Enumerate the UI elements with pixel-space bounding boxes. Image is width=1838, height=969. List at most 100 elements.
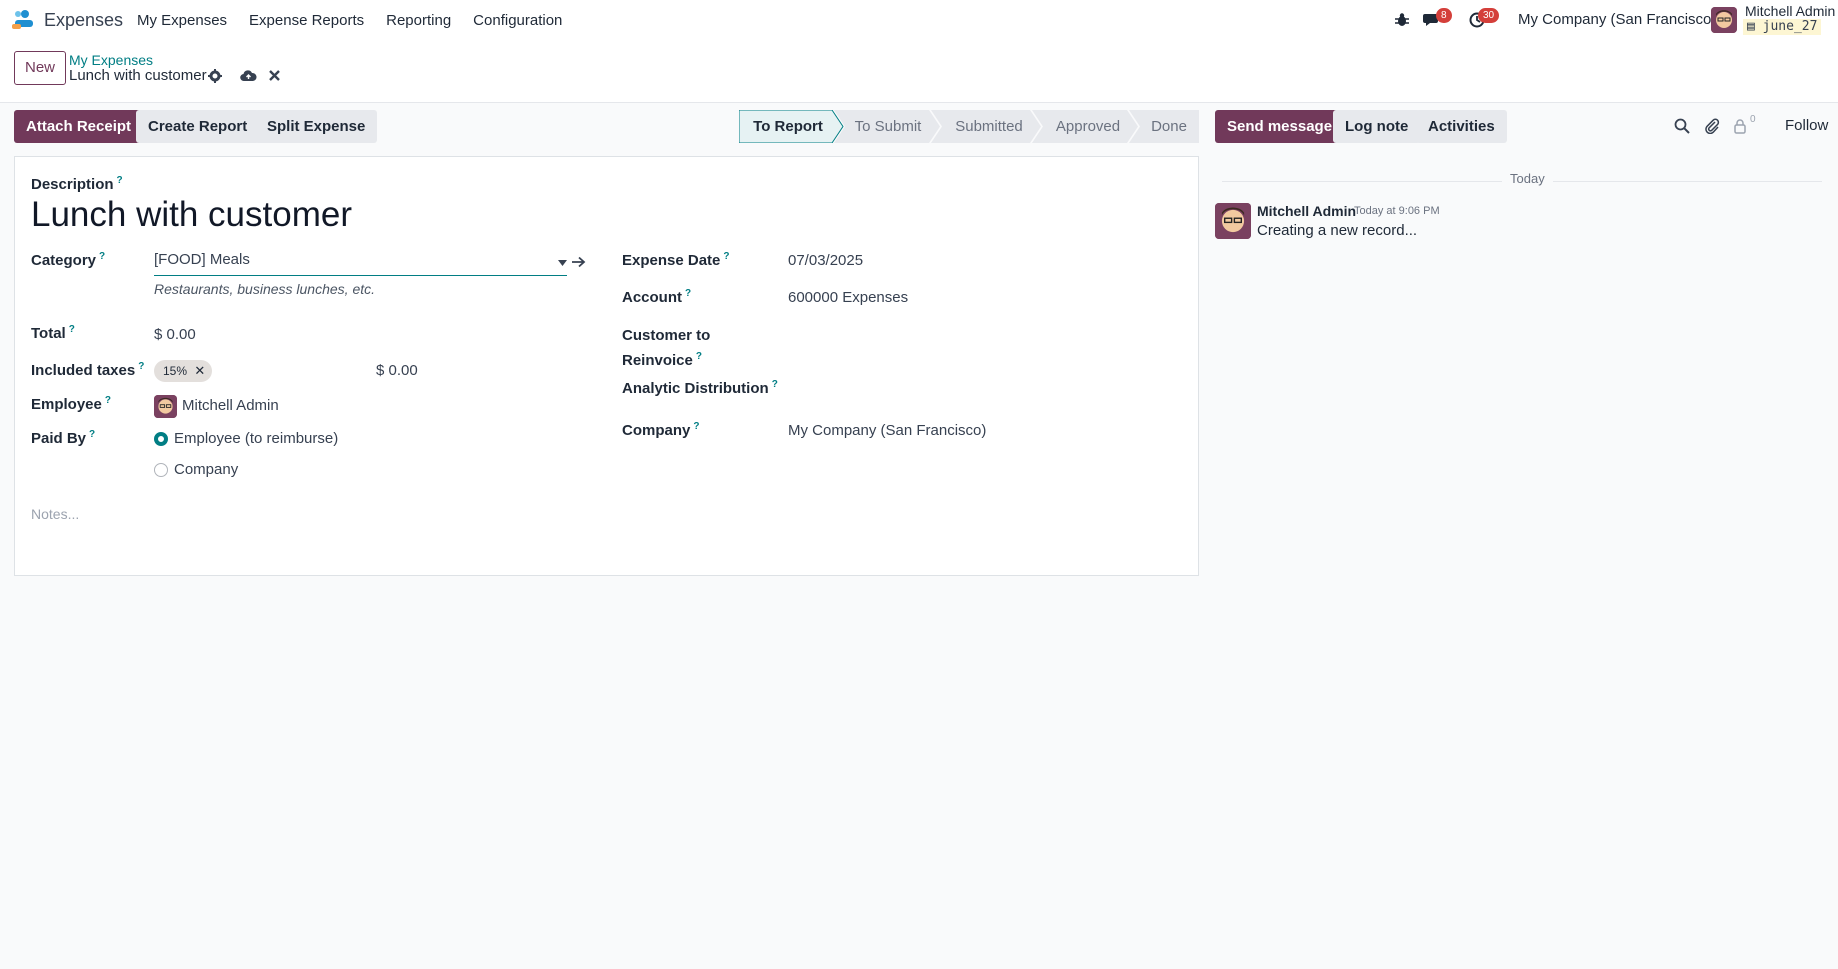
app-name[interactable]: Expenses [44,10,123,31]
follow-button[interactable]: Follow [1785,117,1828,134]
customer-reinvoice-label-line1: Customer to [622,327,711,344]
total-label-text: Total [31,325,66,342]
close-icon[interactable] [269,70,280,81]
paperclip-icon[interactable] [1704,118,1720,134]
message-time: Today at 9:06 PM [1354,205,1440,217]
stage-to-report[interactable]: To Report [739,110,837,143]
total-field[interactable]: $ 0.00 [154,326,196,343]
paid-by-company-label[interactable]: Company [174,461,238,478]
paid-by-label: Paid By? [31,429,95,447]
help-icon[interactable]: ? [99,251,105,262]
customer-reinvoice-label-line2: Reinvoice [622,352,693,369]
send-message-button[interactable]: Send message [1215,110,1345,143]
help-icon[interactable]: ? [772,379,778,390]
message-author-avatar[interactable] [1215,203,1251,239]
date-separator: Today [1222,171,1822,191]
company-label-text: Company [622,422,691,439]
menu-reporting[interactable]: Reporting [386,12,451,29]
menu-configuration[interactable]: Configuration [473,12,562,29]
paid-by-label-text: Paid By [31,430,87,447]
expense-date-label-text: Expense Date [622,252,721,269]
category-value: [FOOD] Meals [154,251,250,268]
control-panel: New My Expenses Lunch with customer [0,41,1838,103]
user-name[interactable]: Mitchell Admin [1745,3,1835,19]
customer-reinvoice-label: Customer to Reinvoice? [622,325,710,371]
employee-field[interactable]: Mitchell Admin [182,397,279,414]
included-taxes-label-text: Included taxes [31,362,136,379]
breadcrumb-my-expenses[interactable]: My Expenses [69,52,153,68]
new-button[interactable]: New [14,51,67,85]
followers-count: 0 [1750,114,1756,125]
analytic-distribution-field[interactable] [788,379,1188,401]
user-lock-icon[interactable] [1733,118,1747,134]
employee-label-text: Employee [31,396,102,413]
analytic-distribution-label: Analytic Distribution? [622,379,778,397]
help-icon[interactable]: ? [105,395,111,406]
help-icon[interactable]: ? [89,429,95,440]
help-icon[interactable]: ? [138,361,144,372]
company-label: Company? [622,421,699,439]
expenses-app-icon[interactable] [12,9,36,31]
expense-date-label: Expense Date? [622,251,730,269]
stage-submitted[interactable]: Submitted [941,110,1037,143]
account-label-text: Account [622,289,682,306]
stage-approved[interactable]: Approved [1041,110,1135,143]
included-taxes-label: Included taxes? [31,361,144,379]
attach-receipt-button[interactable]: Attach Receipt [14,110,144,143]
paid-by-employee-radio[interactable] [154,432,168,446]
split-expense-button[interactable]: Split Expense [255,110,378,143]
category-label-text: Category [31,252,97,269]
help-icon[interactable]: ? [693,421,699,432]
account-field[interactable]: 600000 Expenses [788,289,908,306]
help-icon[interactable]: ? [685,288,691,299]
search-icon[interactable] [1674,118,1690,134]
notes-field[interactable]: Notes... [31,506,79,522]
employee-label: Employee? [31,395,111,413]
total-label: Total? [31,324,75,342]
menu-expense-reports[interactable]: Expense Reports [249,12,364,29]
date-separator-label: Today [1502,171,1553,186]
status-bar: To Report To Submit Submitted Approved D… [739,110,1199,143]
create-report-button[interactable]: Create Report [136,110,260,143]
messages-badge: 8 [1436,8,1452,23]
bug-icon[interactable] [1395,12,1409,28]
message-author[interactable]: Mitchell Admin [1257,203,1356,219]
menu-my-expenses[interactable]: My Expenses [137,12,227,29]
expense-date-field[interactable]: 07/03/2025 [788,252,863,269]
category-field[interactable]: [FOOD] Meals [154,251,567,276]
tax-tag[interactable]: 15% ✕ [154,360,213,382]
description-input[interactable]: Lunch with customer [31,195,352,235]
help-icon[interactable]: ? [696,351,702,362]
main-menu: My Expenses Expense Reports Reporting Co… [137,12,584,29]
tax-tag-label: 15% [163,364,188,378]
paid-by-company-radio[interactable] [154,463,168,477]
record-title: Lunch with customer [69,67,207,84]
paid-by-employee-label[interactable]: Employee (to reimburse) [174,430,338,447]
description-label: Description? [31,175,123,193]
help-icon[interactable]: ? [117,175,123,186]
company-switcher[interactable]: My Company (San Francisco) [1518,11,1716,28]
arrow-right-icon[interactable] [572,256,586,268]
stage-done[interactable]: Done [1139,110,1199,143]
category-label: Category? [31,251,105,269]
expense-form-sheet: Description? Lunch with customer Categor… [14,156,1199,576]
database-name: june_27 [1762,19,1818,34]
log-note-button[interactable]: Log note [1333,110,1421,143]
company-field[interactable]: My Company (San Francisco) [788,422,986,439]
activities-button[interactable]: Activities [1416,110,1507,143]
help-icon[interactable]: ? [69,324,75,335]
remove-tag-icon[interactable]: ✕ [194,363,205,378]
gear-icon[interactable] [208,69,222,83]
employee-avatar [154,395,177,418]
stage-to-submit[interactable]: To Submit [843,110,933,143]
help-icon[interactable]: ? [723,251,729,262]
database-tag: ▤ june_27 [1743,19,1822,35]
cloud-upload-icon[interactable] [240,69,257,82]
message-body: Creating a new record... [1257,222,1418,239]
category-description: Restaurants, business lunches, etc. [154,281,376,297]
chevron-down-icon[interactable] [558,260,567,266]
description-label-text: Description [31,176,114,193]
activities-badge: 30 [1478,8,1500,23]
customer-reinvoice-field[interactable] [788,325,1188,347]
user-avatar[interactable] [1711,7,1737,33]
